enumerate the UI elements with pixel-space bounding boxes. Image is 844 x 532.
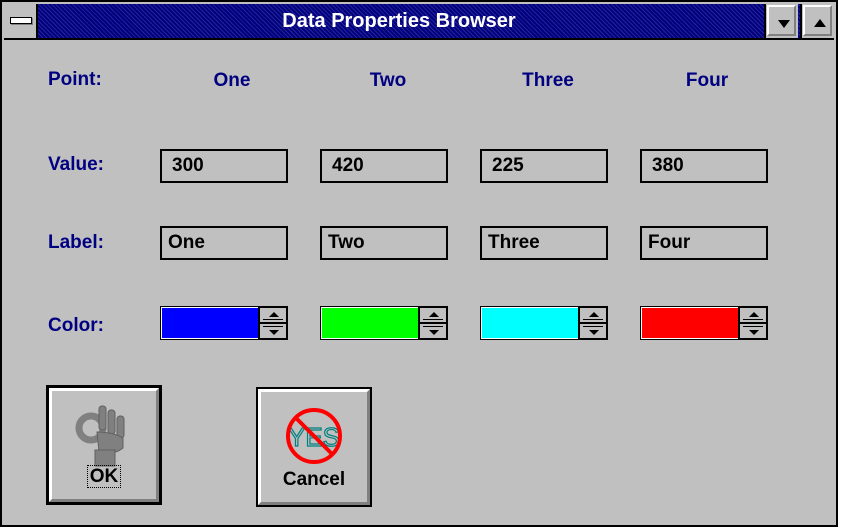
color-swatch[interactable] bbox=[482, 308, 578, 338]
value-field-four[interactable]: 380 bbox=[640, 149, 768, 183]
spin-up-icon[interactable] bbox=[259, 307, 287, 323]
point-header-four: Four bbox=[685, 70, 729, 91]
spin-down-icon[interactable] bbox=[579, 323, 607, 339]
minimize-icon bbox=[778, 20, 790, 28]
label-field-text: Two bbox=[328, 232, 365, 253]
value-field-text: 380 bbox=[652, 155, 684, 176]
point-row-label: Point: bbox=[48, 69, 102, 90]
color-swatch[interactable] bbox=[322, 308, 418, 338]
color-spinner[interactable] bbox=[258, 307, 287, 339]
system-menu-icon[interactable] bbox=[4, 4, 38, 38]
value-field-two[interactable]: 420 bbox=[320, 149, 448, 183]
color-row-label: Color: bbox=[48, 315, 104, 336]
spin-down-icon[interactable] bbox=[259, 323, 287, 339]
cancel-button[interactable]: YES Cancel bbox=[256, 387, 372, 507]
value-field-text: 420 bbox=[332, 155, 364, 176]
value-row-label: Value: bbox=[48, 154, 104, 175]
value-field-three[interactable]: 225 bbox=[480, 149, 608, 183]
label-field-two[interactable]: Two bbox=[320, 226, 448, 260]
maximize-icon bbox=[814, 19, 826, 27]
spin-up-icon[interactable] bbox=[579, 307, 607, 323]
label-field-text: One bbox=[168, 232, 205, 253]
point-header-two: Two bbox=[369, 70, 407, 91]
point-header-three: Three bbox=[522, 70, 574, 91]
window-edge bbox=[838, 0, 844, 532]
label-field-four[interactable]: Four bbox=[640, 226, 768, 260]
no-yes-icon: YES bbox=[286, 408, 342, 464]
ok-button[interactable]: OK bbox=[46, 385, 162, 505]
point-header-one: One bbox=[213, 70, 251, 91]
color-picker-one[interactable] bbox=[160, 306, 288, 340]
spin-up-icon[interactable] bbox=[419, 307, 447, 323]
spin-up-icon[interactable] bbox=[739, 307, 767, 323]
label-field-three[interactable]: Three bbox=[480, 226, 608, 260]
value-field-one[interactable]: 300 bbox=[160, 149, 288, 183]
color-swatch[interactable] bbox=[162, 308, 258, 338]
label-field-text: Three bbox=[488, 232, 540, 253]
color-picker-two[interactable] bbox=[320, 306, 448, 340]
spin-down-icon[interactable] bbox=[419, 323, 447, 339]
color-spinner[interactable] bbox=[738, 307, 767, 339]
dialog-window: Data Properties Browser Point: Value: La… bbox=[0, 0, 838, 527]
color-picker-four[interactable] bbox=[640, 306, 768, 340]
window-title: Data Properties Browser bbox=[282, 10, 516, 32]
spin-down-icon[interactable] bbox=[739, 323, 767, 339]
value-field-text: 225 bbox=[492, 155, 524, 176]
color-spinner[interactable] bbox=[578, 307, 607, 339]
title-bar[interactable]: Data Properties Browser bbox=[4, 4, 834, 40]
color-spinner[interactable] bbox=[418, 307, 447, 339]
minimize-button[interactable] bbox=[764, 4, 798, 38]
cancel-button-label: Cancel bbox=[282, 469, 346, 490]
color-swatch[interactable] bbox=[642, 308, 738, 338]
value-field-text: 300 bbox=[172, 155, 204, 176]
label-row-label: Label: bbox=[48, 232, 104, 253]
maximize-button[interactable] bbox=[800, 4, 834, 38]
label-field-text: Four bbox=[648, 232, 691, 253]
color-picker-three[interactable] bbox=[480, 306, 608, 340]
label-field-one[interactable]: One bbox=[160, 226, 288, 260]
ok-button-label: OK bbox=[86, 465, 122, 488]
ok-hand-icon bbox=[75, 405, 125, 467]
